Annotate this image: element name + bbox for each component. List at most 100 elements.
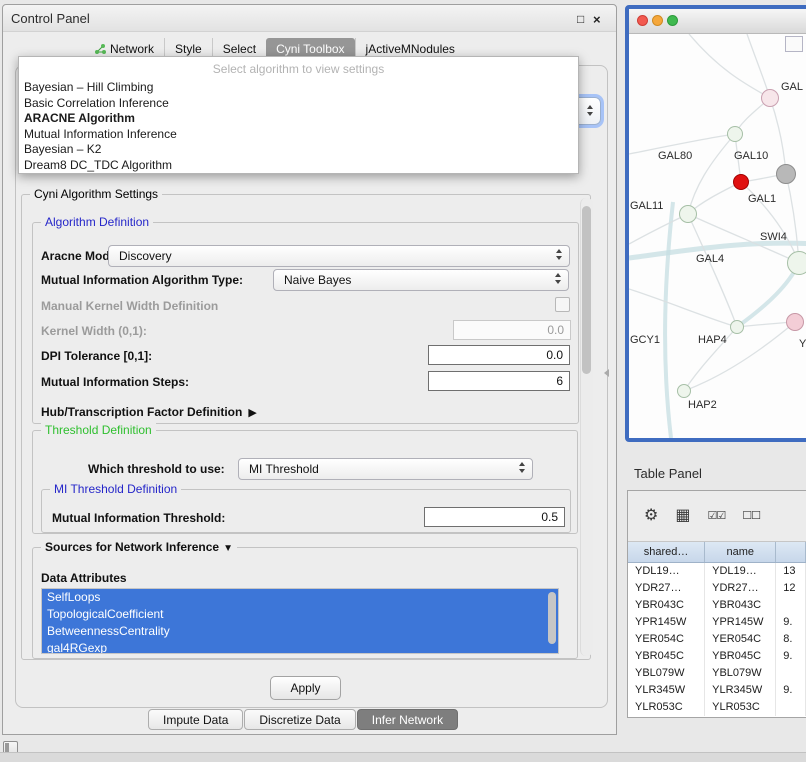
list-item[interactable]: TopologicalCoefficient [42,606,558,623]
node-label: GAL80 [658,150,692,162]
tab-style-label: Style [175,42,202,56]
hub-definition-label: Hub/Transcription Factor Definition [41,405,242,419]
combobox-arrows-icon [587,105,593,116]
network-node[interactable] [679,205,697,223]
list-item[interactable]: SelfLoops [42,589,558,606]
table-row[interactable]: YDR27… YDR27… 12 [628,580,806,597]
mi-steps-field[interactable] [428,371,570,391]
zoom-button[interactable] [667,15,678,26]
node-label: GAL1 [748,193,776,205]
column-header[interactable] [776,542,806,562]
table-row[interactable]: YDL19… YDL19… 13 [628,563,806,580]
network-node[interactable] [677,384,691,398]
combobox-arrows-icon [556,249,562,260]
algorithm-definition-group: Algorithm Definition Aracne Mode: Discov… [32,222,579,424]
table-cell: 12 [776,580,806,597]
status-bar-strip [0,752,806,762]
deselect-all-icon[interactable]: ☐☐ [742,509,760,522]
network-node[interactable] [786,313,804,331]
kernel-width-label: Kernel Width (0,1): [41,324,147,338]
apply-button[interactable]: Apply [270,676,341,700]
columns-icon[interactable]: ▦ [675,505,690,525]
table-cell: YBR043C [628,597,705,614]
which-threshold-value: MI Threshold [249,462,319,476]
mi-threshold-definition-legend: MI Threshold Definition [50,482,181,496]
tab-impute-data[interactable]: Impute Data [148,709,243,730]
network-node[interactable] [761,89,779,107]
close-window-icon[interactable]: × [593,12,601,27]
tab-impute-data-label: Impute Data [163,713,228,727]
table-panel-toolbar: ⚙ ▦ ☑☑ ☐☐ [628,491,806,542]
dropdown-placeholder: Select algorithm to view settings [22,62,575,80]
network-window-titlebar[interactable] [629,9,806,34]
data-attributes-label: Data Attributes [41,571,127,585]
select-all-icon[interactable]: ☑☑ [707,509,725,522]
network-node[interactable] [787,251,806,275]
dpi-tolerance-field[interactable] [428,345,570,365]
expanded-arrow-icon[interactable]: ▼ [223,543,233,554]
table-row[interactable]: YBL079W YBL079W [628,665,806,682]
table-cell: YER054C [628,631,705,648]
combobox-arrows-icon [555,273,561,284]
algorithm-dropdown-popup: Select algorithm to view settings Bayesi… [18,56,579,174]
node-label: SWI4 [760,231,787,243]
sources-group: Sources for Network Inference▼ Data Attr… [32,547,578,659]
dropdown-item[interactable]: Dream8 DC_TDC Algorithm [22,158,575,174]
dropdown-item[interactable]: Bayesian – K2 [22,142,575,158]
table-cell: YBL079W [628,665,705,682]
collapsed-arrow-icon[interactable]: ▶ [248,406,256,419]
hub-definition-toggle[interactable]: Hub/Transcription Factor Definition ▶ [41,405,257,419]
table-panel-window: ⚙ ▦ ☑☑ ☐☐ shared… name YDL19… YDL19… 13 … [627,490,806,718]
splitter-collapse-arrow[interactable] [604,369,609,377]
table-cell: YDR27… [628,580,705,597]
mi-algorithm-type-combobox[interactable]: Naive Bayes [273,269,569,291]
aracne-mode-combobox[interactable]: Discovery [108,245,570,267]
table-cell: YDL19… [628,563,705,580]
network-node[interactable] [776,164,796,184]
table-row[interactable]: YPR145W YPR145W 9. [628,614,806,631]
close-button[interactable] [637,15,648,26]
settings-scrollbar-thumb[interactable] [582,206,591,374]
which-threshold-combobox[interactable]: MI Threshold [238,458,533,480]
node-label: HAP2 [688,399,717,411]
list-item[interactable]: BetweennessCentrality [42,623,558,640]
table-row[interactable]: YBR043C YBR043C [628,597,806,614]
sources-legend[interactable]: Sources for Network Inference▼ [41,540,237,554]
tab-discretize-data[interactable]: Discretize Data [244,709,355,730]
minimize-button[interactable] [652,15,663,26]
table-row[interactable]: YLR053C YLR053C [628,699,806,716]
network-node-selected[interactable] [733,174,749,190]
node-label: GAL11 [630,200,663,212]
network-node[interactable] [727,126,743,142]
node-label: GCY1 [630,334,660,346]
list-item[interactable]: gal4RGexp [42,640,558,654]
settings-scrollbar-track[interactable] [580,198,593,656]
data-attributes-list[interactable]: SelfLoops TopologicalCoefficient Between… [41,588,559,654]
table-row[interactable]: YBR045C YBR045C 9. [628,648,806,665]
network-node[interactable] [730,320,744,334]
control-panel-titlebar[interactable]: Control Panel □ × [3,5,616,32]
network-view-window: GAL GAL80 GAL10 GAL11 GAL1 SWI4 GAL4 GCY… [625,5,806,442]
window-title: Control Panel [11,11,90,26]
view-corner-box [785,36,803,52]
gear-icon[interactable]: ⚙ [644,505,658,525]
column-header[interactable]: name [705,542,776,562]
list-scrollbar-thumb[interactable] [548,592,556,644]
dropdown-item[interactable]: Basic Correlation Inference [22,96,575,112]
tab-infer-network[interactable]: Infer Network [357,709,458,730]
float-window-icon[interactable]: □ [577,12,584,26]
network-canvas[interactable]: GAL GAL80 GAL10 GAL11 GAL1 SWI4 GAL4 GCY… [629,34,806,438]
mi-threshold-field[interactable] [424,507,565,527]
column-header[interactable]: shared… [628,542,705,562]
table-cell: 9. [776,614,806,631]
apply-button-label: Apply [290,681,320,695]
table-row[interactable]: YLR345W YLR345W 9. [628,682,806,699]
table-row[interactable]: YER054C YER054C 8. [628,631,806,648]
dropdown-item[interactable]: Bayesian – Hill Climbing [22,80,575,96]
dropdown-item[interactable]: Mutual Information Inference [22,127,575,143]
table-cell [776,665,806,682]
node-label: GAL4 [696,253,724,265]
table-cell: YBR043C [705,597,776,614]
mi-threshold-definition-group: MI Threshold Definition Mutual Informati… [41,489,571,533]
dropdown-item-selected[interactable]: ARACNE Algorithm [22,111,575,127]
